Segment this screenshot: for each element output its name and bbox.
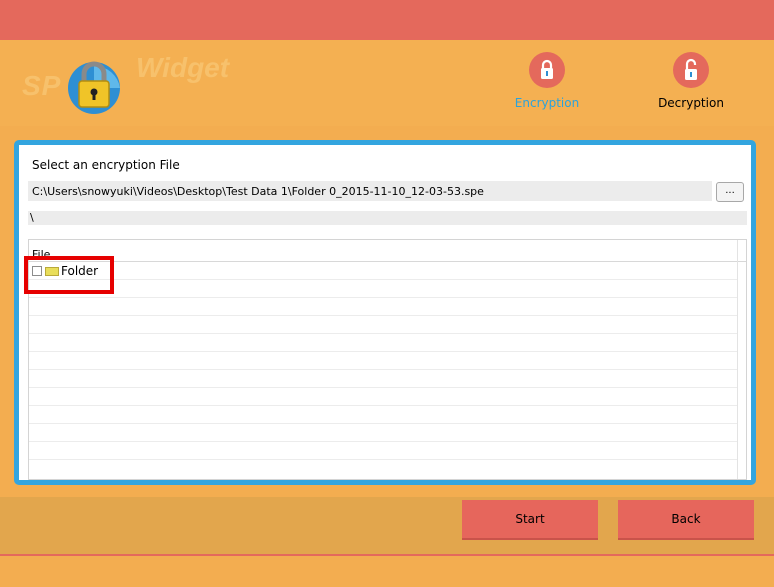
browse-button[interactable]: ... (716, 182, 744, 202)
row-divider (29, 333, 737, 334)
select-file-label: Select an encryption File (32, 158, 180, 172)
decryption-panel: Select an encryption File ... \ File Fol… (14, 140, 756, 485)
start-button[interactable]: Start (462, 500, 598, 538)
row-divider (29, 315, 737, 316)
sub-path-field: \ (28, 211, 747, 225)
highlight-box (24, 256, 114, 294)
app-logo: SP Widget (22, 48, 252, 118)
nav-encryption[interactable]: Encryption (502, 52, 592, 110)
file-tree[interactable]: File Folder (28, 239, 747, 480)
nav-decryption[interactable]: Decryption (646, 52, 736, 110)
file-path-field[interactable] (28, 181, 712, 201)
lock-closed-icon (529, 52, 565, 88)
file-tree-header: File (29, 240, 746, 262)
back-button[interactable]: Back (618, 500, 754, 538)
row-divider (29, 351, 737, 352)
logo-lock-icon (68, 61, 120, 114)
row-divider (29, 423, 737, 424)
nav-decryption-label: Decryption (658, 96, 724, 110)
row-divider (29, 459, 737, 460)
row-divider (29, 297, 737, 298)
row-divider (29, 369, 737, 370)
title-bar (0, 0, 774, 40)
logo-text-right: Widget (136, 52, 230, 83)
logo-text-left: SP (22, 70, 62, 101)
bottom-bar (0, 556, 774, 587)
column-separator (737, 240, 738, 479)
row-divider (29, 279, 737, 280)
row-divider (29, 405, 737, 406)
row-divider (29, 441, 737, 442)
nav-encryption-label: Encryption (514, 96, 580, 110)
row-divider (29, 387, 737, 388)
lock-open-icon (673, 52, 709, 88)
